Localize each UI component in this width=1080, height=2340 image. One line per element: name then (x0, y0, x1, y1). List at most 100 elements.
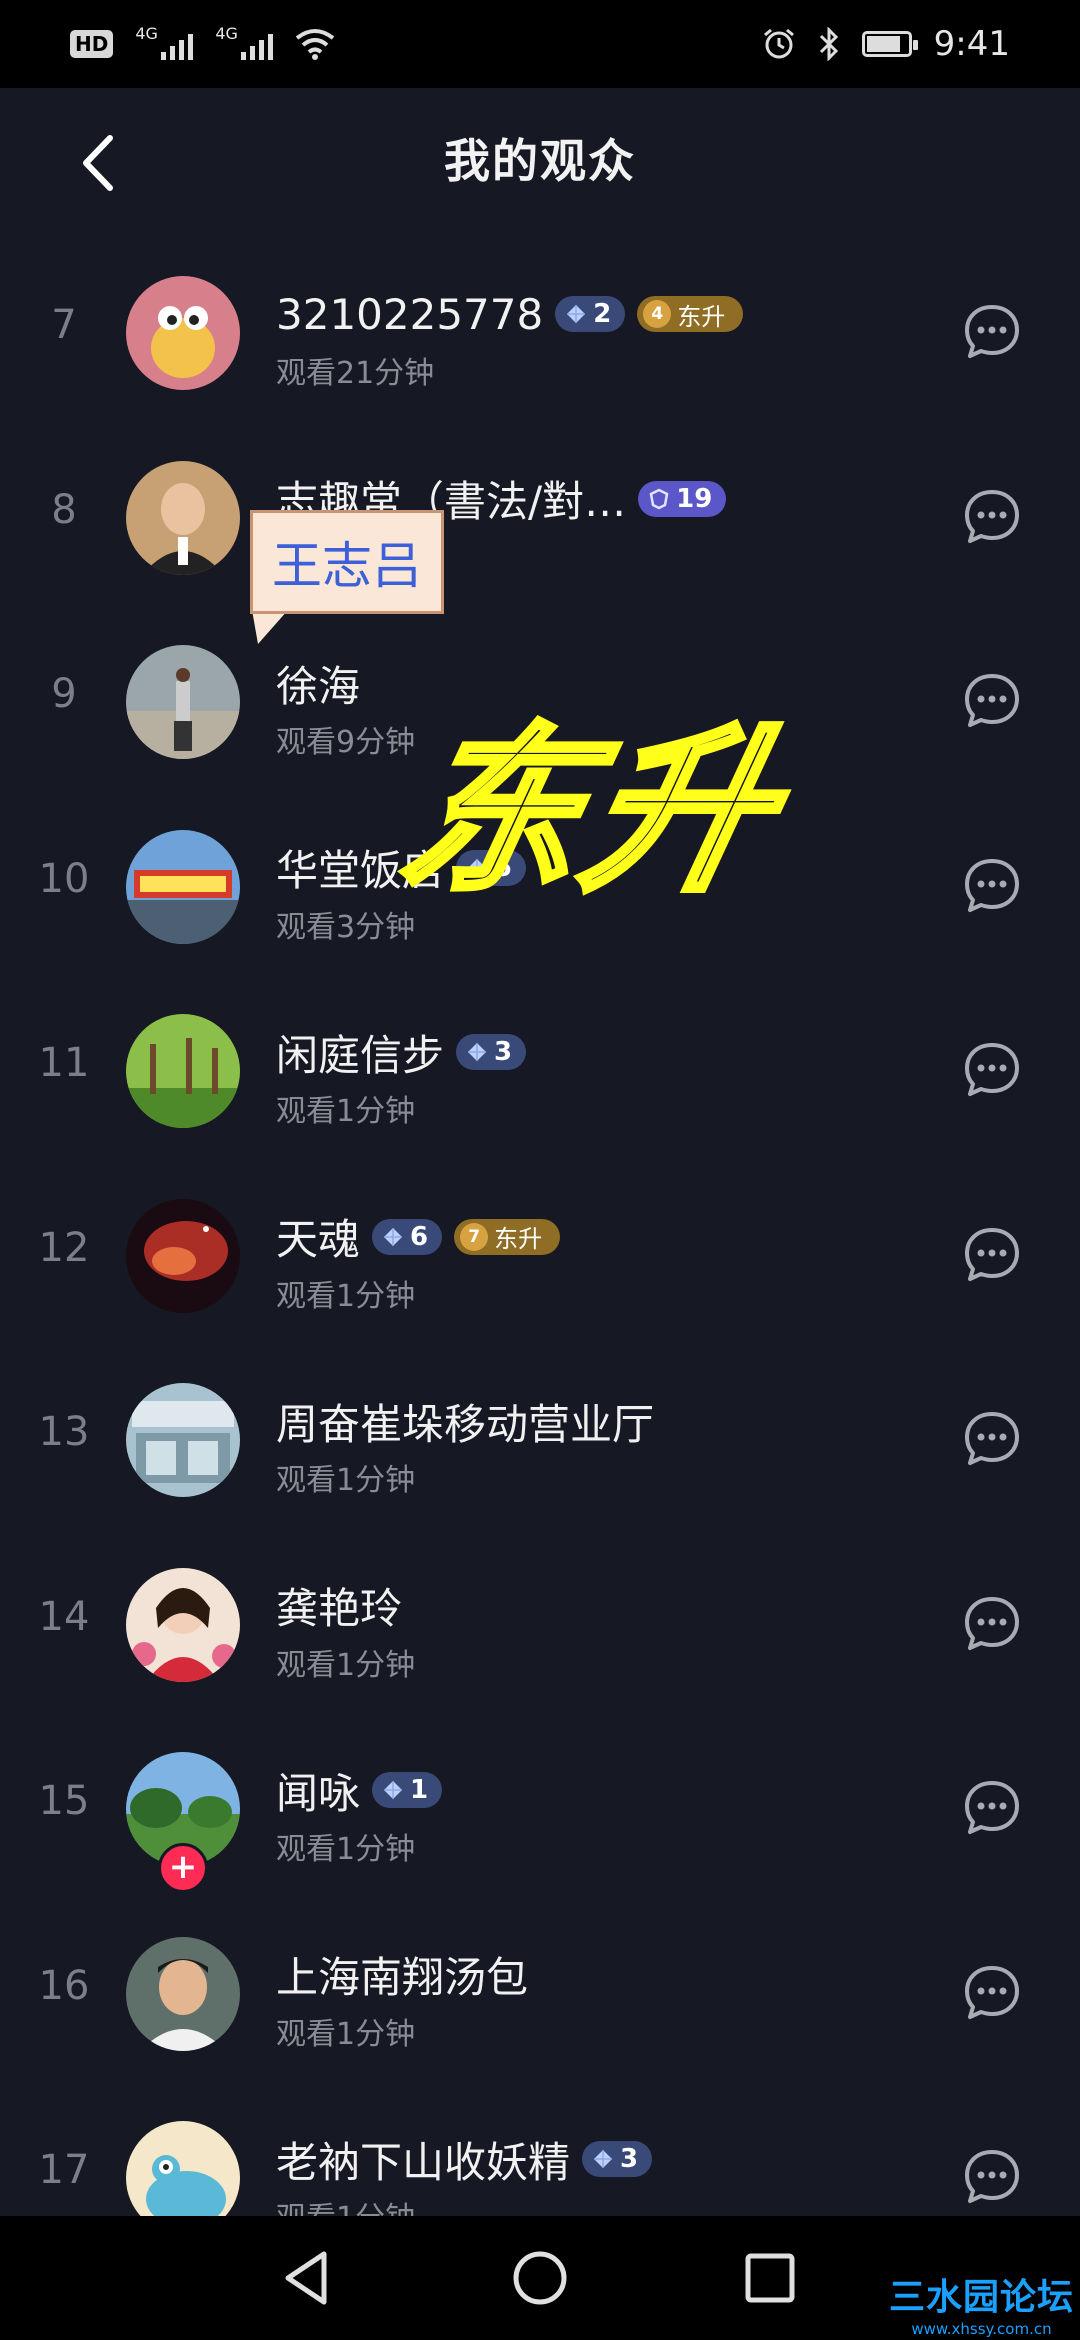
viewer-name-line: 上海南翔汤包 (276, 1947, 528, 2003)
rank-number: 10 (38, 855, 90, 902)
message-button[interactable] (962, 1594, 1022, 1654)
avatar-image (126, 645, 240, 759)
message-button[interactable] (962, 856, 1022, 916)
chat-bubble-icon (965, 1043, 1019, 1096)
level-badge: 6 (372, 1218, 443, 1255)
viewer-name: 3210225778 (276, 289, 544, 339)
avatar-image (126, 276, 240, 390)
viewer-name: 上海南翔汤包 (276, 1953, 529, 2002)
avatar[interactable] (126, 460, 240, 575)
viewer-row[interactable]: 17 老衲下山收妖精 3 观看1分钟 (0, 2093, 1080, 2216)
message-button[interactable] (962, 1040, 1022, 1100)
diamond-icon (594, 2150, 613, 2168)
rank-number: 15 (38, 1778, 90, 1824)
page-title: 我的观众 (444, 134, 636, 188)
back-button[interactable] (68, 128, 128, 198)
annotation-tooltip: 王志吕 (250, 510, 444, 614)
avatar[interactable] (126, 1567, 240, 1682)
viewer-row[interactable]: 16 上海南翔汤包观看1分钟 (0, 1909, 1080, 2094)
signal-icon: 4G (215, 24, 274, 60)
rank-number: 8 (51, 486, 77, 533)
tooltip-tail (252, 610, 288, 644)
viewer-row[interactable]: 14 龚艳玲 观看1分钟 (0, 1540, 1080, 1725)
avatar[interactable] (126, 1014, 240, 1128)
chat-bubble-icon (965, 1412, 1019, 1465)
viewer-row[interactable]: 7 3210225778 2 4 东升 观看21分钟 (0, 248, 1080, 433)
avatar-image (126, 1383, 240, 1497)
viewer-name: 天魂 (276, 1215, 361, 1264)
fans-club-name: 东升 (494, 1225, 543, 1253)
rank-number: 16 (38, 1962, 90, 2009)
overlay-text: 东升 (382, 705, 800, 918)
nav-recents-icon[interactable] (738, 2246, 802, 2310)
viewer-name-line: 闲庭信步 3 (276, 1024, 527, 1080)
avatar[interactable] (126, 645, 240, 759)
message-button[interactable] (962, 671, 1022, 731)
chat-bubble-icon (965, 2150, 1019, 2203)
message-button[interactable] (962, 1225, 1022, 1285)
avatar[interactable] (126, 1936, 240, 2051)
rank-number: 12 (38, 1224, 90, 1271)
viewer-name: 周奋崔垛移动营业厅 (276, 1399, 655, 1449)
rank-number: 14 (38, 1593, 90, 1640)
follow-plus-button[interactable]: + (158, 1843, 208, 1893)
chat-bubble-icon (965, 305, 1019, 358)
viewer-row[interactable]: 11 闲庭信步 3 观看1分钟 (0, 986, 1080, 1171)
message-button[interactable] (962, 302, 1022, 362)
message-button[interactable] (962, 1963, 1022, 2023)
viewer-row[interactable]: 8志趣常（書法/對…19观看19分钟 (0, 433, 1080, 618)
level-value: 6 (410, 1221, 429, 1252)
network-label: 4G (135, 24, 158, 43)
watch-duration: 观看9分钟 (276, 725, 416, 760)
level-value: 1 (410, 1775, 429, 1805)
level-value: 19 (676, 483, 713, 514)
message-button[interactable] (962, 2147, 1022, 2207)
avatar-image (126, 460, 240, 575)
diamond-icon (567, 305, 586, 323)
viewer-row[interactable]: 13 周奋崔垛移动营业厅 观看1分钟 (0, 1355, 1080, 1540)
viewer-name-line: 龚艳玲 (276, 1578, 402, 1634)
level-badge: 1 (372, 1772, 443, 1808)
avatar[interactable] (126, 1198, 240, 1313)
avatar-image (126, 1198, 240, 1313)
status-bar: HD 4G 4G 9:41 (0, 0, 1080, 88)
viewer-name-line: 老衲下山收妖精 3 (276, 2131, 653, 2187)
chat-bubble-icon (965, 858, 1019, 912)
fans-club-badge: 7 东升 (454, 1218, 561, 1255)
watermark-url: www.xhssy.com.cn (911, 2320, 1052, 2338)
clock: 9:41 (933, 24, 1010, 64)
fans-level-icon: 4 (643, 300, 672, 328)
avatar[interactable] (126, 1383, 240, 1497)
back-arrow-icon (83, 135, 113, 191)
message-button[interactable] (962, 1778, 1022, 1838)
nav-home-icon[interactable] (508, 2246, 572, 2310)
battery-fill (866, 36, 901, 52)
viewer-name-line: 徐海 (276, 655, 360, 711)
message-button[interactable] (962, 487, 1022, 547)
viewer-name-line: 周奋崔垛移动营业厅 (276, 1393, 654, 1449)
watch-duration: 观看21分钟 (276, 356, 435, 391)
fans-club-badge: 4 东升 (637, 296, 744, 332)
viewer-name-line: 3210225778 2 4 东升 (276, 286, 744, 342)
watch-duration: 观看1分钟 (276, 2016, 416, 2052)
alarm-icon (763, 28, 794, 59)
rank-number: 9 (51, 671, 77, 717)
viewer-name-line: 闻咏 1 (276, 1762, 443, 1818)
viewer-row[interactable]: 12 天魂 6 7 东升 观看1分钟 (0, 1171, 1080, 1356)
bluetooth-icon (819, 27, 838, 61)
avatar-image (126, 1014, 240, 1128)
watch-duration: 观看1分钟 (276, 1832, 416, 1867)
viewer-row[interactable]: 15 + 闻咏 1 观看1分钟 (0, 1724, 1080, 1909)
avatar-image (126, 2121, 240, 2216)
nav-back-icon[interactable] (276, 2246, 340, 2310)
chat-bubble-icon (965, 1781, 1019, 1834)
chat-bubble-icon (965, 1227, 1019, 1281)
avatar[interactable] (126, 276, 240, 390)
avatar[interactable] (126, 829, 240, 944)
viewer-name: 徐海 (276, 661, 361, 711)
avatar[interactable] (126, 2121, 240, 2216)
message-button[interactable] (962, 1409, 1022, 1469)
app-screen: 我的观众 7321022577824东升观看21分钟8志趣常（書法/對…19观看… (0, 88, 1080, 2216)
diamond-icon (468, 1043, 487, 1061)
diamond-icon (384, 1227, 403, 1246)
